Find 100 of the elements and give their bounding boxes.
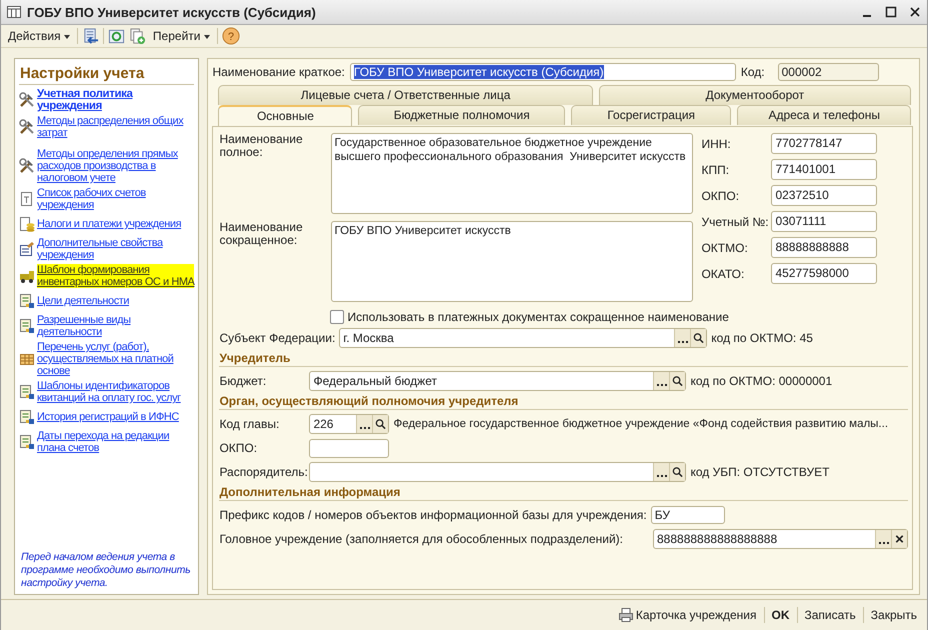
search-icon[interactable] xyxy=(669,372,686,390)
search-icon[interactable] xyxy=(690,329,706,347)
field-note: код по ОКТМО: 45 xyxy=(711,331,813,345)
refresh-icon[interactable] xyxy=(108,28,125,44)
prefix-field[interactable]: БУ xyxy=(650,506,725,524)
search-icon[interactable] xyxy=(372,415,388,433)
clear-icon[interactable] xyxy=(891,530,907,548)
register-icon xyxy=(19,384,35,400)
field-label: Наименование полное: xyxy=(219,133,304,161)
tab[interactable]: Основные xyxy=(218,105,352,126)
abbreviated-name-field[interactable]: ГОБУ ВПО Университет искусств xyxy=(330,221,694,302)
checkbox[interactable] xyxy=(330,310,344,324)
tab[interactable]: Адреса и телефоны xyxy=(737,105,911,125)
settings-link[interactable]: Даты перехода на редакции плана счетов xyxy=(37,430,194,454)
settings-link[interactable]: Цели деятельности xyxy=(37,295,130,307)
search-icon[interactable] xyxy=(669,463,686,481)
maximize-icon[interactable] xyxy=(885,6,897,18)
settings-link[interactable]: Методы распределения общих затрат xyxy=(37,115,194,139)
close-icon[interactable] xyxy=(909,6,921,18)
ellipsis-icon[interactable] xyxy=(356,415,372,433)
field-label: Головное учреждение (заполняется для обособленных подразделений): xyxy=(219,532,623,546)
ellipsis-icon[interactable] xyxy=(674,329,690,347)
grid-icon xyxy=(7,6,21,18)
save-button[interactable]: Записать xyxy=(802,608,858,622)
code-field[interactable]: 000002 xyxy=(778,63,879,81)
head-institution-field[interactable]: 888888888888888888 xyxy=(653,529,908,549)
table-icon xyxy=(19,351,35,367)
tab[interactable]: Госрегистрация xyxy=(571,105,732,125)
code-field[interactable]: 7702778147 xyxy=(771,133,878,154)
tab[interactable]: Бюджетные полномочия xyxy=(358,105,566,125)
tab[interactable]: Документооборот xyxy=(598,85,911,105)
card-button[interactable]: Карточка учреждения xyxy=(616,607,758,623)
field-label: ОКТМО: xyxy=(701,240,749,254)
okpo-field[interactable] xyxy=(309,438,390,458)
field-label: Префикс кодов / номеров объектов информационной базы для учреждения: xyxy=(219,508,647,522)
settings-link[interactable]: Перечень услуг (работ), осуществляемых на платной основе xyxy=(37,341,194,377)
checkbox-label: Использовать в платежных документах сокращенное наименование xyxy=(347,310,729,324)
code-field[interactable]: 03071111 xyxy=(771,211,878,232)
settings-link[interactable]: Шаблоны идентификаторов квитанций на оплату гос. услуг xyxy=(37,380,194,404)
setup-note: Перед началом ведения учета в программе необходимо выполнить настройку учета. xyxy=(20,551,192,590)
settings-link[interactable]: Учетная политика учреждения xyxy=(37,88,194,112)
settings-link[interactable]: Список рабочих счетов учреждения xyxy=(37,187,194,211)
copy-document-icon[interactable] xyxy=(128,28,146,44)
tools-icon xyxy=(19,92,35,108)
coins-icon xyxy=(19,216,35,232)
field-label: ИНН: xyxy=(701,136,732,150)
field-note: Федеральное государственное бюджетное учреждение «Фонд содействия развитию малы... xyxy=(393,418,888,430)
field-label: ОКПО: xyxy=(219,441,258,455)
field-note: код по ОКТМО: 00000001 xyxy=(690,374,832,388)
field-label: КПП: xyxy=(701,162,730,176)
ellipsis-icon[interactable] xyxy=(653,372,670,390)
printer-icon xyxy=(618,607,634,623)
settings-link[interactable]: Разрешенные виды деятельности xyxy=(37,314,194,338)
code-field[interactable]: 771401001 xyxy=(771,159,878,180)
settings-link[interactable]: Дополнительные свойства учреждения xyxy=(37,237,194,261)
settings-link[interactable]: Методы определения прямых расходов производства в налоговом учете xyxy=(37,148,194,184)
goto-menu[interactable]: Перейти xyxy=(150,29,213,43)
tools-icon xyxy=(19,158,35,174)
code-field[interactable]: 88888888888 xyxy=(771,237,878,258)
ellipsis-icon[interactable] xyxy=(653,463,670,481)
field-label: Учетный №: xyxy=(701,214,770,228)
budget-field[interactable]: Федеральный бюджет xyxy=(309,371,686,391)
window-title: ГОБУ ВПО Университет искусств (Субсидия) xyxy=(27,4,317,20)
ok-button[interactable]: OK xyxy=(770,608,792,622)
document-icon xyxy=(19,191,35,207)
full-name-field[interactable]: Государственное образовательное бюджетное учреждение высшего профессионального образования Университет искусств xyxy=(330,133,694,214)
section-title: Орган, осуществляющий полномочия учредителя xyxy=(219,394,908,410)
field-label: Наименование краткое: xyxy=(212,65,345,79)
register-icon xyxy=(19,409,35,425)
tab[interactable]: Лицевые счета / Ответственные лица xyxy=(218,85,593,105)
field-label: Субъект Федерации: xyxy=(219,331,336,345)
field-label: Бюджет: xyxy=(219,374,268,388)
register-icon xyxy=(19,293,35,309)
subject-field[interactable]: г. Москва xyxy=(339,328,708,348)
field-label: Код: xyxy=(740,65,765,79)
settings-link[interactable]: История регистраций в ИФНС xyxy=(37,411,179,423)
field-note: код УБП: ОТСУТСТВУЕТ xyxy=(690,465,830,479)
code-field[interactable]: 45277598000 xyxy=(771,263,878,284)
actions-menu[interactable]: Действия xyxy=(5,29,73,43)
section-title: Учредитель xyxy=(219,351,908,367)
code-field[interactable]: 02372510 xyxy=(771,185,878,206)
short-name-field[interactable]: ГОБУ ВПО Университет искусств (Субсидия) xyxy=(350,63,736,81)
register-icon xyxy=(19,318,35,334)
settings-link[interactable]: Налоги и платежи учреждения xyxy=(37,218,182,230)
caret-icon xyxy=(204,34,210,39)
field-label: ОКАТО: xyxy=(701,266,746,280)
panel-title: Настройки учета xyxy=(19,63,194,85)
field-label: ОКПО: xyxy=(701,188,740,202)
close-button[interactable]: Закрыть xyxy=(868,608,919,622)
ellipsis-icon[interactable] xyxy=(875,530,891,548)
field-label: Распорядитель: xyxy=(219,465,306,479)
section-title: Дополнительная информация xyxy=(219,485,908,501)
properties-icon xyxy=(19,241,35,257)
caret-icon xyxy=(64,34,70,39)
tools-icon xyxy=(19,119,35,135)
truck-icon xyxy=(19,268,35,284)
manager-field[interactable] xyxy=(309,462,686,482)
chapter-code-field[interactable]: 226 xyxy=(309,414,390,434)
help-icon[interactable]: ? xyxy=(222,27,240,45)
register-icon xyxy=(19,434,35,450)
